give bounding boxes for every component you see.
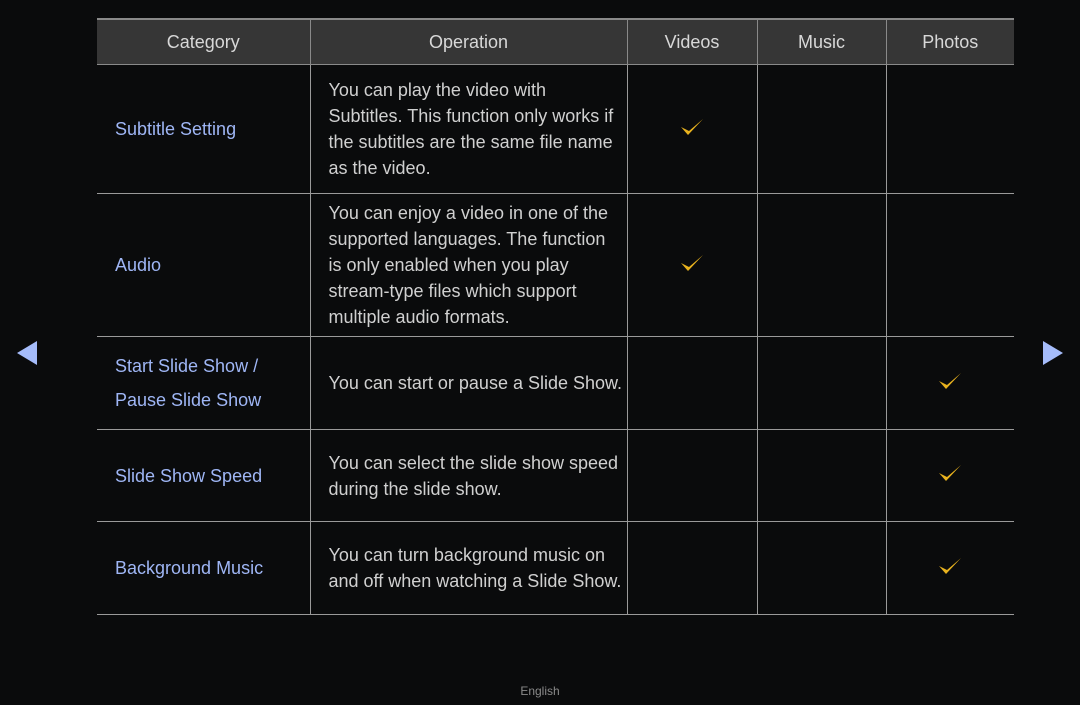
next-page-arrow-icon[interactable]	[1043, 341, 1063, 365]
videos-cell	[626, 193, 758, 337]
operation-cell: You can start or pause a Slide Show.	[309, 336, 628, 430]
category-cell: Audio	[97, 193, 311, 337]
videos-cell	[626, 521, 758, 615]
category-line: Pause Slide Show	[115, 390, 262, 410]
table-row: Start Slide Show / Pause Slide Show You …	[97, 336, 1014, 430]
photos-cell	[885, 429, 1014, 522]
check-mark-icon	[937, 555, 963, 577]
category-line: Start Slide Show /	[115, 356, 259, 376]
header-music: Music	[756, 18, 887, 65]
header-photos: Photos	[885, 18, 1014, 65]
table-row: Subtitle Setting You can play the video …	[97, 64, 1014, 194]
music-cell	[756, 521, 887, 615]
operation-cell: You can select the slide show speed duri…	[309, 429, 628, 522]
header-videos: Videos	[626, 18, 758, 65]
operation-cell: You can turn background music on and off…	[309, 521, 628, 615]
videos-cell	[626, 336, 758, 430]
check-mark-icon	[679, 252, 705, 274]
music-cell	[756, 64, 887, 194]
footer-language: English	[520, 684, 560, 698]
table-row: Audio You can enjoy a video in one of th…	[97, 193, 1014, 337]
check-mark-icon	[937, 462, 963, 484]
header-category: Category	[97, 18, 311, 65]
table-header-row: Category Operation Videos Music Photos	[97, 18, 1014, 65]
check-mark-icon	[937, 370, 963, 392]
videos-cell	[626, 429, 758, 522]
operation-cell: You can play the video with Subtitles. T…	[309, 64, 628, 194]
photos-cell	[885, 336, 1014, 430]
photos-cell	[885, 521, 1014, 615]
header-operation: Operation	[309, 18, 628, 65]
category-cell: Background Music	[97, 521, 311, 615]
music-cell	[756, 336, 887, 430]
check-mark-icon	[679, 116, 705, 138]
photos-cell	[885, 64, 1014, 194]
music-cell	[756, 193, 887, 337]
table-row: Background Music You can turn background…	[97, 521, 1014, 615]
photos-cell	[885, 193, 1014, 337]
category-cell: Slide Show Speed	[97, 429, 311, 522]
operation-cell: You can enjoy a video in one of the supp…	[309, 193, 628, 337]
category-cell: Subtitle Setting	[97, 64, 311, 194]
category-cell: Start Slide Show / Pause Slide Show	[97, 336, 311, 430]
previous-page-arrow-icon[interactable]	[17, 341, 37, 365]
feature-table: Category Operation Videos Music Photos S…	[97, 18, 1014, 615]
music-cell	[756, 429, 887, 522]
videos-cell	[626, 64, 758, 194]
table-row: Slide Show Speed You can select the slid…	[97, 429, 1014, 522]
